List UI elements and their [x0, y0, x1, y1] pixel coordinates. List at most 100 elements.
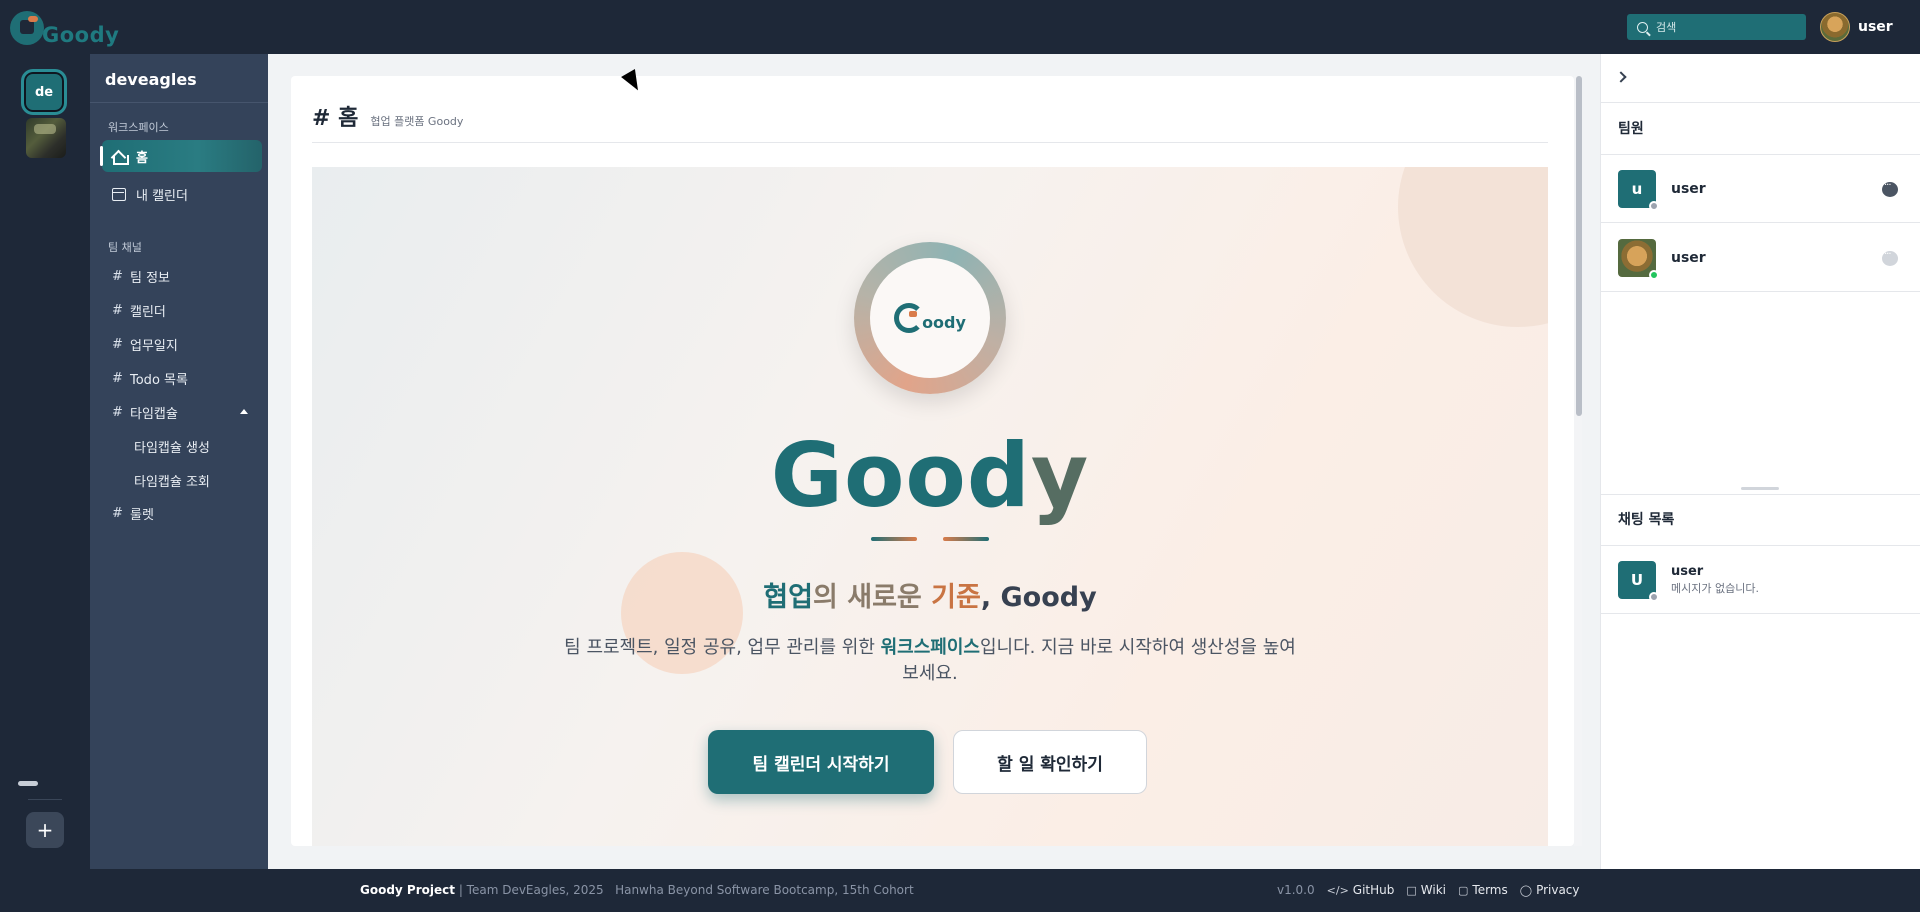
footer-project: Goody Project: [360, 883, 455, 897]
decorative-circle: [1398, 167, 1548, 327]
code-icon: </>: [1326, 883, 1349, 897]
channel-roulette[interactable]: # 룰렛: [102, 497, 262, 529]
chat-preview: 메시지가 없습니다.: [1671, 582, 1759, 595]
search-box[interactable]: [1627, 14, 1806, 40]
hero-tagline: 협업의 새로운 기준, Goody: [312, 575, 1548, 614]
page-header: # 홈 협업 플랫폼 Goody: [312, 100, 463, 132]
sidebar-item-label: 홈: [136, 150, 148, 166]
shield-icon: ◯: [1519, 883, 1533, 897]
member-name: user: [1671, 250, 1706, 266]
main-content: # 홈 협업 플랫폼 Goody oody Goody 협업의 새로운 기준, …: [268, 54, 1600, 869]
logo-text: Goody: [42, 23, 120, 47]
channel-todo-list[interactable]: # Todo 목록: [102, 362, 262, 394]
footer-link-privacy[interactable]: ◯ Privacy: [1520, 883, 1580, 897]
chat-list-item[interactable]: U user 메시지가 없습니다.: [1601, 546, 1920, 614]
channel-calendar[interactable]: # 캘린더: [102, 294, 262, 326]
caret-up-icon[interactable]: [240, 409, 248, 414]
rail-indicator: [18, 781, 38, 786]
hash-icon: #: [112, 336, 123, 352]
panel-resize-handle[interactable]: [1741, 487, 1779, 490]
check-todos-button[interactable]: 할 일 확인하기: [953, 730, 1147, 794]
channel-team-info[interactable]: # 팀 정보: [102, 260, 262, 292]
channel-work-log[interactable]: # 업무일지: [102, 328, 262, 360]
channel-label: 타임캡슐: [130, 406, 178, 422]
panel-divider: [1601, 494, 1920, 495]
channel-label: 업무일지: [130, 338, 178, 354]
goody-logo-icon: [10, 11, 44, 45]
search-icon: [1637, 21, 1648, 33]
member-avatar: [1618, 239, 1659, 280]
sidebar-divider: [90, 102, 268, 103]
footer-credits: Goody Project | Team DevEagles, 2025 Han…: [360, 883, 914, 897]
members-heading: 팀원: [1618, 121, 1644, 137]
section-label-workspace: 워크스페이스: [108, 121, 169, 134]
chevron-right-icon: [1615, 71, 1627, 83]
calendar-icon: [112, 187, 126, 201]
channel-label: 룰렛: [130, 507, 154, 523]
description-highlight: 워크스페이스: [880, 637, 980, 658]
right-panel: 팀원 u user user 채팅 목록 U user 메시지가 없습니다.: [1600, 54, 1920, 869]
start-team-calendar-button[interactable]: 팀 캘린더 시작하기: [708, 730, 934, 794]
title-underline-right: [943, 537, 989, 541]
link-label: Privacy: [1536, 883, 1580, 897]
user-menu[interactable]: user: [1820, 12, 1893, 42]
chat-bubble-icon[interactable]: [1882, 180, 1898, 197]
collapse-panel-button[interactable]: [1615, 70, 1631, 84]
hash-icon: #: [112, 302, 123, 318]
section-label-team-channels: 팀 채널: [108, 241, 142, 254]
panel-divider: [1601, 102, 1920, 103]
footer-team: | Team DevEagles, 2025: [455, 883, 604, 897]
channel-label: 캘린더: [130, 304, 166, 320]
document-icon: ▢: [1458, 883, 1469, 897]
member-name: user: [1671, 181, 1706, 197]
avatar-letter: U: [1630, 571, 1644, 589]
subitem-timecapsule-view[interactable]: 타임캡슐 조회: [134, 471, 210, 490]
app-logo[interactable]: Goody: [10, 10, 120, 47]
status-online-icon: [1649, 270, 1659, 280]
link-label: GitHub: [1352, 883, 1395, 897]
footer-link-github[interactable]: </> GitHub: [1327, 883, 1395, 897]
workspace-button-image[interactable]: [26, 118, 66, 158]
top-bar: Goody user: [0, 0, 1920, 54]
user-name: user: [1858, 19, 1893, 35]
avatar-letter: u: [1631, 180, 1643, 198]
tagline-part: 협업: [763, 582, 813, 613]
channel-label: 팀 정보: [130, 270, 171, 286]
tagline-part: 의 새로운: [812, 582, 932, 613]
footer-version: v1.0.0: [1277, 883, 1315, 897]
home-icon: [111, 149, 129, 165]
channel-timecapsule[interactable]: # 타임캡슐: [102, 396, 262, 428]
hero-title: Goody: [312, 424, 1548, 527]
add-workspace-button[interactable]: +: [26, 812, 64, 848]
footer-link-wiki[interactable]: □ Wiki: [1406, 883, 1446, 897]
workspace-button-active[interactable]: de: [21, 69, 67, 115]
subitem-timecapsule-create[interactable]: 타임캡슐 생성: [134, 437, 210, 456]
search-input[interactable]: [1656, 20, 1796, 34]
hash-icon: #: [112, 404, 123, 420]
user-avatar[interactable]: [1820, 12, 1850, 42]
hash-icon: #: [112, 268, 123, 284]
workspace-rail: de +: [0, 54, 88, 869]
tagline-part: , Goody: [980, 582, 1097, 613]
description-text: 팀 프로젝트, 일정 공유, 업무 관리를 위한: [564, 637, 881, 658]
book-icon: □: [1406, 883, 1417, 897]
scrollbar-thumb[interactable]: [1576, 76, 1582, 416]
rail-divider: [28, 799, 62, 800]
sidebar-item-my-calendar[interactable]: 내 캘린더: [102, 178, 262, 210]
link-label: Terms: [1472, 883, 1508, 897]
tagline-part: 기준: [931, 582, 981, 613]
hero-title-end: y: [1030, 424, 1090, 527]
footer-link-terms[interactable]: ▢ Terms: [1458, 883, 1508, 897]
chat-bubble-icon[interactable]: [1882, 249, 1898, 266]
title-underline-left: [871, 537, 917, 541]
sidebar-item-home[interactable]: 홈: [100, 140, 262, 172]
hash-icon: #: [112, 370, 123, 386]
member-row[interactable]: user: [1601, 224, 1920, 292]
member-avatar: u: [1618, 170, 1659, 211]
status-offline-icon: [1649, 201, 1659, 211]
hero-title-main: Good: [770, 424, 1031, 527]
chats-heading: 채팅 목록: [1618, 512, 1675, 528]
sidebar-item-label: 내 캘린더: [136, 188, 188, 204]
member-row[interactable]: u user: [1601, 155, 1920, 223]
footer-links: v1.0.0 </> GitHub □ Wiki ▢ Terms ◯ Privacy: [1277, 883, 1580, 897]
